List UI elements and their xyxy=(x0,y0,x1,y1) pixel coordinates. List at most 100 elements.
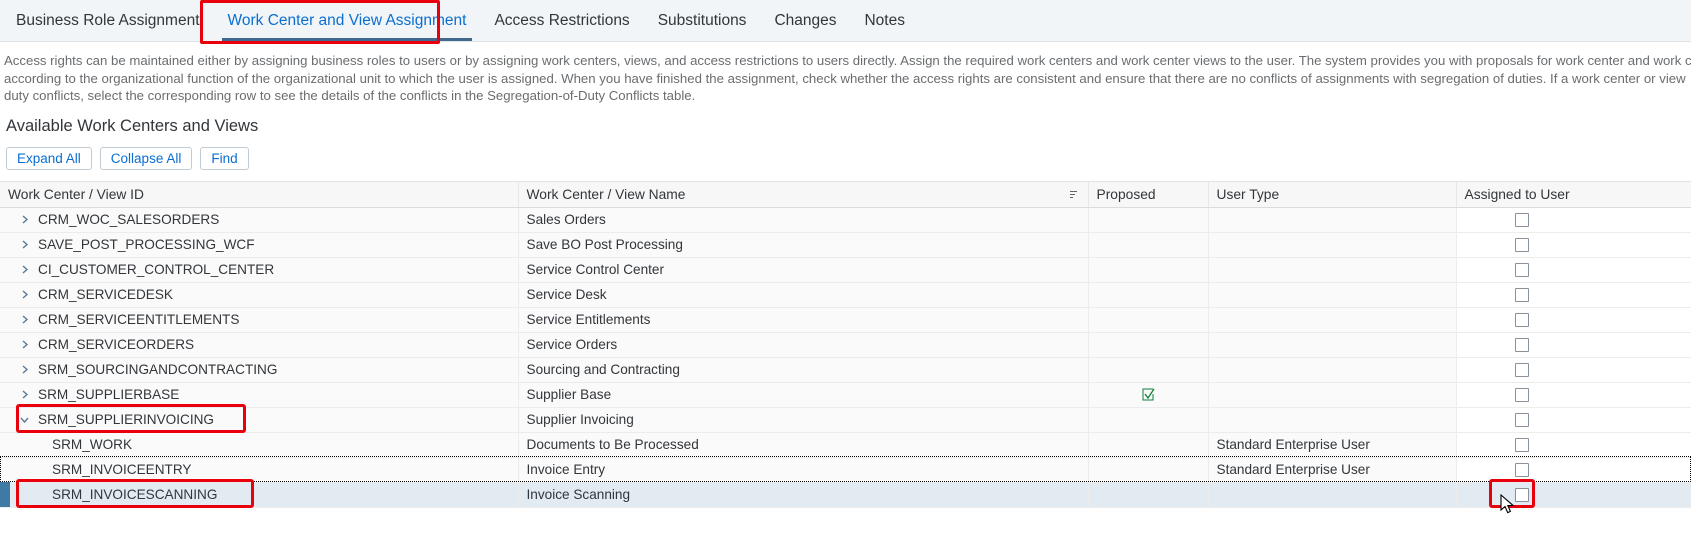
table-row[interactable]: SRM_WORK Documents to Be Processed Standar… xyxy=(0,432,1691,458)
cell-proposed xyxy=(1088,207,1209,233)
assigned-to-user-checkbox[interactable] xyxy=(1514,437,1529,452)
proposed-indicator xyxy=(1089,383,1208,407)
table-row[interactable]: SAVE_POST_PROCESSING_WCF Save BO Post Pro… xyxy=(0,232,1691,258)
table-row[interactable]: CRM_SERVICEORDERS Service Orders xyxy=(0,332,1691,358)
cell-work-center-view-id[interactable]: CRM_WOC_SALESORDERS xyxy=(0,207,519,233)
cell-assigned-to-user xyxy=(1456,307,1691,333)
assigned-to-user-checkbox[interactable] xyxy=(1514,237,1529,252)
assigned-to-user-checkbox[interactable] xyxy=(1514,312,1529,327)
cell-work-center-view-id[interactable]: SRM_SOURCINGANDCONTRACTING xyxy=(0,357,519,383)
cell-user-type: Standard Enterprise User xyxy=(1208,432,1457,458)
cell-work-center-view-name: Service Desk xyxy=(518,282,1089,308)
assigned-to-user-checkbox[interactable] xyxy=(1514,387,1529,402)
table-row[interactable]: SRM_INVOICESCANNING Invoice Scanning xyxy=(0,482,1691,508)
column-header-proposed[interactable]: Proposed xyxy=(1088,180,1209,208)
row-selection-indicator xyxy=(0,482,10,507)
chevron-right-icon[interactable] xyxy=(14,264,34,275)
table-row[interactable]: CRM_SERVICEDESK Service Desk xyxy=(0,282,1691,308)
tab-bar: Business Role Assignment Work Center and… xyxy=(0,0,1691,44)
cell-user-type xyxy=(1208,257,1457,283)
chevron-right-icon[interactable] xyxy=(14,364,34,375)
work-center-view-id-label: CI_CUSTOMER_CONTROL_CENTER xyxy=(38,262,275,277)
table-row[interactable]: SRM_SUPPLIERBASE Supplier Base xyxy=(0,382,1691,408)
assigned-to-user-checkbox[interactable] xyxy=(1514,487,1529,502)
work-center-table-container: Work Center / View ID Work Center / View… xyxy=(0,180,1691,514)
column-header-user-type[interactable]: User Type xyxy=(1208,180,1457,208)
assigned-to-user-checkbox[interactable] xyxy=(1514,462,1529,477)
user-type-label: Standard Enterprise User xyxy=(1216,437,1370,452)
column-header-work-center-view-id[interactable]: Work Center / View ID xyxy=(0,180,519,208)
cell-work-center-view-id[interactable]: SRM_SUPPLIERINVOICING xyxy=(0,407,519,433)
tab-work-center-and-view-assignment[interactable]: Work Center and View Assignment xyxy=(214,0,481,41)
tab-access-restrictions[interactable]: Access Restrictions xyxy=(480,0,643,41)
cell-work-center-view-name: Sourcing and Contracting xyxy=(518,357,1089,383)
work-center-view-id-label: SRM_SUPPLIERBASE xyxy=(38,387,180,402)
chevron-right-icon[interactable] xyxy=(14,314,34,325)
cell-work-center-view-id[interactable]: SAVE_POST_PROCESSING_WCF xyxy=(0,232,519,258)
work-center-view-id-label: SRM_INVOICESCANNING xyxy=(52,487,218,502)
chevron-right-icon[interactable] xyxy=(14,289,34,300)
checkbox-container xyxy=(1457,258,1691,282)
table-row[interactable]: SRM_INVOICEENTRY Invoice Entry Standard En… xyxy=(0,457,1691,483)
cell-assigned-to-user xyxy=(1456,432,1691,458)
column-header-label: Proposed xyxy=(1096,186,1156,202)
assigned-to-user-checkbox[interactable] xyxy=(1514,362,1529,377)
assigned-to-user-checkbox[interactable] xyxy=(1514,412,1529,427)
tree-node: CI_CUSTOMER_CONTROL_CENTER xyxy=(0,258,518,282)
find-button[interactable]: Find xyxy=(200,146,249,170)
tree-node: CRM_SERVICEDESK xyxy=(0,283,518,307)
work-center-view-name-label: Sourcing and Contracting xyxy=(526,362,680,377)
cell-work-center-view-name: Supplier Invoicing xyxy=(518,407,1089,433)
chevron-right-icon[interactable] xyxy=(14,239,34,250)
chevron-right-icon[interactable] xyxy=(14,389,34,400)
tab-changes[interactable]: Changes xyxy=(760,0,850,41)
cell-work-center-view-name: Service Orders xyxy=(518,332,1089,358)
cell-work-center-view-id[interactable]: CRM_SERVICEORDERS xyxy=(0,332,519,358)
work-center-view-name-label: Invoice Entry xyxy=(526,462,606,477)
tab-substitutions[interactable]: Substitutions xyxy=(644,0,761,41)
column-header-label: User Type xyxy=(1216,186,1280,202)
tree-node: CRM_SERVICEORDERS xyxy=(0,333,518,357)
column-header-assigned-to-user[interactable]: Assigned to User xyxy=(1456,180,1691,208)
table-body: CRM_WOC_SALESORDERS Sales Orders SAVE_POST… xyxy=(0,207,1691,508)
checkbox-container xyxy=(1457,358,1691,382)
cell-work-center-view-id[interactable]: CRM_SERVICEDESK xyxy=(0,282,519,308)
table-row[interactable]: SRM_SUPPLIERINVOICING Supplier Invoicing xyxy=(0,407,1691,433)
checkbox-container xyxy=(1457,333,1691,357)
chevron-right-icon[interactable] xyxy=(14,214,34,225)
table-row[interactable]: CI_CUSTOMER_CONTROL_CENTER Service Contro… xyxy=(0,257,1691,283)
assigned-to-user-checkbox[interactable] xyxy=(1514,212,1529,227)
cell-work-center-view-id[interactable]: CI_CUSTOMER_CONTROL_CENTER xyxy=(0,257,519,283)
assigned-to-user-checkbox[interactable] xyxy=(1514,262,1529,277)
expand-all-button[interactable]: Expand All xyxy=(6,146,92,170)
cell-work-center-view-id[interactable]: SRM_INVOICEENTRY xyxy=(0,457,519,483)
assigned-to-user-checkbox[interactable] xyxy=(1514,337,1529,352)
work-center-view-id-label: SRM_INVOICEENTRY xyxy=(52,462,192,477)
tab-label: Substitutions xyxy=(657,11,747,29)
cell-work-center-view-id[interactable]: CRM_SERVICEENTITLEMENTS xyxy=(0,307,519,333)
cell-work-center-view-name: Sales Orders xyxy=(518,207,1089,233)
chevron-down-icon[interactable] xyxy=(14,414,34,425)
work-center-view-name-label: Service Entitlements xyxy=(526,312,651,327)
collapse-all-button[interactable]: Collapse All xyxy=(99,146,193,170)
tree-node: SRM_SUPPLIERBASE xyxy=(0,383,518,407)
assigned-to-user-checkbox[interactable] xyxy=(1514,287,1529,302)
tab-notes[interactable]: Notes xyxy=(850,0,919,41)
cell-work-center-view-id[interactable]: SRM_SUPPLIERBASE xyxy=(0,382,519,408)
table-row[interactable]: CRM_SERVICEENTITLEMENTS Service Entitleme… xyxy=(0,307,1691,333)
work-center-view-id-label: SRM_SUPPLIERINVOICING xyxy=(38,412,215,427)
chevron-right-icon[interactable] xyxy=(14,339,34,350)
section-title: Available Work Centers and Views xyxy=(6,116,259,135)
table-row[interactable]: CRM_WOC_SALESORDERS Sales Orders xyxy=(0,207,1691,233)
table-toolbar: Expand All Collapse All Find xyxy=(6,146,1691,170)
tab-business-role-assignment[interactable]: Business Role Assignment xyxy=(2,0,214,41)
work-center-view-name-label: Supplier Invoicing xyxy=(526,412,634,427)
table-row[interactable]: SRM_SOURCINGANDCONTRACTING Sourcing and C… xyxy=(0,357,1691,383)
cell-assigned-to-user xyxy=(1456,282,1691,308)
work-center-view-id-label: CRM_SERVICEENTITLEMENTS xyxy=(38,312,240,327)
cell-work-center-view-id[interactable]: SRM_INVOICESCANNING xyxy=(0,482,519,508)
cell-work-center-view-id[interactable]: SRM_WORK xyxy=(0,432,519,458)
work-center-view-id-label: CRM_WOC_SALESORDERS xyxy=(38,212,220,227)
column-header-work-center-view-name[interactable]: Work Center / View Name xyxy=(518,180,1089,208)
sort-ascending-icon[interactable] xyxy=(1069,189,1080,200)
